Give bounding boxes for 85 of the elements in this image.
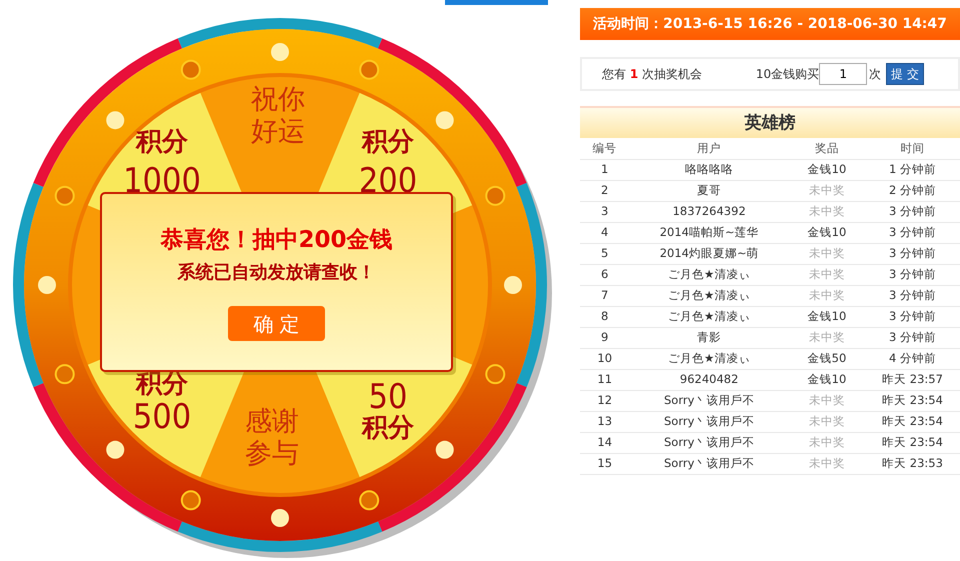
table-cell: 未中奖: [788, 201, 865, 222]
column-header: 编号: [580, 138, 630, 159]
table-cell: 8: [580, 306, 630, 327]
table-cell: 昨天 23:54: [864, 411, 960, 432]
dialog-title: 恭喜您！抽中200金钱: [159, 228, 394, 254]
prize-label: 1000: [123, 161, 201, 201]
table-cell: ご月色★清凌ぃ: [629, 306, 789, 327]
table-cell: 2014喵帕斯~莲华: [629, 222, 789, 243]
prize-label: 参与: [245, 438, 299, 469]
table-cell: 未中奖: [788, 453, 865, 474]
table-cell: ご月色★清凌ぃ: [629, 285, 789, 306]
table-cell: 金钱10: [788, 369, 865, 390]
table-cell: 未中奖: [788, 411, 865, 432]
table-cell: 3: [580, 201, 630, 222]
table-cell: 未中奖: [788, 180, 865, 201]
column-header: 奖品: [788, 138, 865, 159]
table-cell: 15: [580, 453, 630, 474]
table-cell: 青影: [629, 327, 789, 348]
table-cell: 7: [580, 285, 630, 306]
table-cell: 6: [580, 264, 630, 285]
table-cell: 金钱50: [788, 348, 865, 369]
table-cell: 13: [580, 411, 630, 432]
submit-button[interactable]: 提 交: [886, 63, 924, 85]
column-header: 用户: [629, 138, 789, 159]
table-cell: 3 分钟前: [864, 222, 960, 243]
table-cell: 1: [580, 159, 630, 180]
table-cell: 未中奖: [788, 243, 865, 264]
table-cell: Sorry丶该用戶不: [629, 411, 789, 432]
table-cell: 昨天 23:57: [864, 369, 960, 390]
table-cell: 2: [580, 180, 630, 201]
unit-label: 次: [869, 66, 882, 83]
table-cell: ご月色★清凌ぃ: [629, 264, 789, 285]
table-cell: 未中奖: [788, 264, 865, 285]
table-cell: 14: [580, 432, 630, 453]
prize-label: 500: [132, 397, 192, 437]
table-cell: 3 分钟前: [864, 243, 960, 264]
prize-label: 200: [358, 161, 418, 201]
prize-label: 积分: [136, 369, 188, 399]
table-cell: 3 分钟前: [864, 285, 960, 306]
table-cell: 10: [580, 348, 630, 369]
prize-label: 感谢: [245, 406, 299, 437]
table-cell: 昨天 23:54: [864, 432, 960, 453]
prize-label: 积分: [136, 127, 188, 157]
table-cell: 2014灼眼夏娜~萌: [629, 243, 789, 264]
table-cell: 9: [580, 327, 630, 348]
table-cell: 3 分钟前: [864, 201, 960, 222]
table-cell: 未中奖: [788, 390, 865, 411]
buy-label: 10金钱购买: [756, 66, 820, 83]
table-cell: 金钱10: [788, 159, 865, 180]
table-cell: 12: [580, 390, 630, 411]
table-cell: 昨天 23:54: [864, 390, 960, 411]
table-cell: 2 分钟前: [864, 180, 960, 201]
table-cell: 金钱10: [788, 222, 865, 243]
table-cell: 咯咯咯咯: [629, 159, 789, 180]
table-cell: 夏哥: [629, 180, 789, 201]
table-cell: 昨天 23:53: [864, 453, 960, 474]
table-cell: 未中奖: [788, 327, 865, 348]
activity-time-banner: 活动时间：2013-6-15 16:26 - 2018-06-30 14:47: [580, 8, 960, 40]
table-cell: 1837264392: [629, 201, 789, 222]
table-cell: 未中奖: [788, 432, 865, 453]
table-cell: ご月色★清凌ぃ: [629, 348, 789, 369]
quantity-field[interactable]: 1: [819, 63, 868, 85]
table-cell: 11: [580, 369, 630, 390]
dialog-message: 系统已自动发放请查收！: [176, 261, 376, 286]
prize-label: 祝你: [251, 84, 305, 115]
table-cell: Sorry丶该用戶不: [629, 390, 789, 411]
chances-text: 您有 1 次抽奖机会: [602, 66, 702, 83]
table-cell: Sorry丶该用戶不: [629, 432, 789, 453]
table-cell: 金钱10: [788, 306, 865, 327]
confirm-button[interactable]: 确 定: [228, 306, 325, 342]
leaderboard-title: 英雄榜: [580, 108, 960, 138]
table-cell: 4 分钟前: [864, 348, 960, 369]
prize-label: 好运: [251, 116, 305, 147]
table-cell: 96240482: [629, 369, 789, 390]
table-cell: 1 分钟前: [864, 159, 960, 180]
table-cell: 3 分钟前: [864, 264, 960, 285]
prize-label: 积分: [362, 413, 414, 443]
table-cell: 未中奖: [788, 285, 865, 306]
column-header: 时间: [864, 138, 960, 159]
table-cell: Sorry丶该用戶不: [629, 453, 789, 474]
prize-label: 积分: [362, 127, 414, 157]
table-cell: 3 分钟前: [864, 327, 960, 348]
table-cell: 5: [580, 243, 630, 264]
table-cell: 3 分钟前: [864, 306, 960, 327]
table-cell: 4: [580, 222, 630, 243]
